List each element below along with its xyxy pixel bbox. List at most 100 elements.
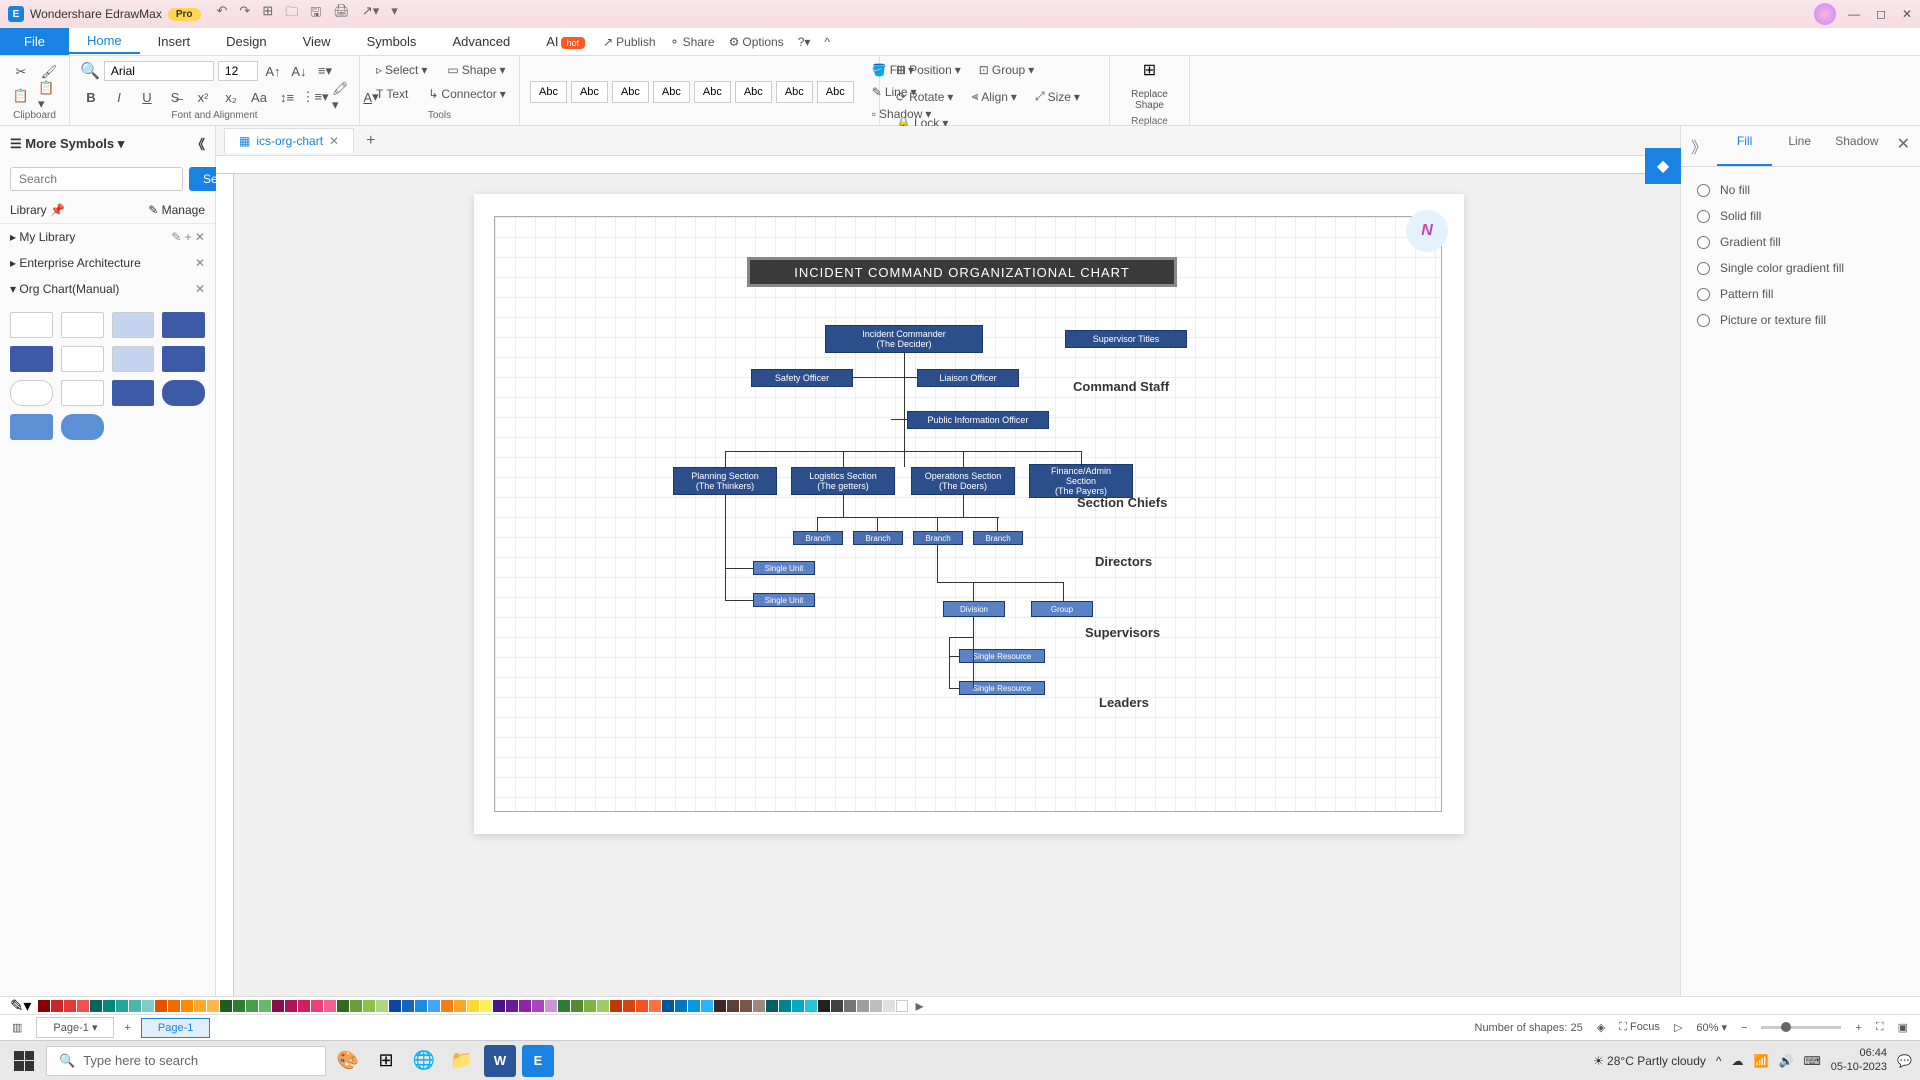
layers-icon[interactable]: ◈ [1597, 1021, 1605, 1034]
shape-stencil[interactable] [10, 312, 53, 338]
page[interactable]: INCIDENT COMMAND ORGANIZATIONAL CHART In… [474, 194, 1464, 834]
line-spacing-button[interactable]: ↕≡ [276, 86, 298, 108]
strike-button[interactable]: S̶ [164, 86, 186, 108]
style-swatch-8[interactable]: Abc [817, 81, 854, 103]
shape-stencil[interactable] [61, 414, 104, 440]
enterprise-arch-item[interactable]: ▸ Enterprise Architecture [10, 256, 141, 270]
color-swatch[interactable] [272, 1000, 284, 1012]
color-swatch[interactable] [38, 1000, 50, 1012]
label-section-chiefs[interactable]: Section Chiefs [1077, 495, 1167, 510]
color-swatch[interactable] [285, 1000, 297, 1012]
color-swatch[interactable] [77, 1000, 89, 1012]
group-button[interactable]: ⊡ Group▾ [973, 60, 1040, 80]
node-branch-2[interactable]: Branch [853, 531, 903, 545]
close-tab-button[interactable]: ✕ [329, 134, 339, 148]
label-leaders[interactable]: Leaders [1099, 695, 1149, 710]
menu-home[interactable]: Home [69, 29, 140, 54]
color-swatch[interactable] [649, 1000, 661, 1012]
export-button[interactable]: ↗▾ [362, 3, 379, 25]
label-directors[interactable]: Directors [1095, 554, 1152, 569]
share-button[interactable]: ⚬ Share [670, 35, 715, 49]
tray-wifi-icon[interactable]: 📶 [1754, 1054, 1769, 1068]
shape-stencil[interactable] [10, 346, 53, 372]
color-swatch[interactable] [519, 1000, 531, 1012]
shape-stencil[interactable] [112, 346, 155, 372]
line-tab[interactable]: Line [1772, 126, 1827, 166]
color-swatch[interactable] [792, 1000, 804, 1012]
color-swatch[interactable] [506, 1000, 518, 1012]
color-swatch[interactable] [155, 1000, 167, 1012]
ai-assistant-button[interactable]: N [1406, 210, 1448, 252]
page-select[interactable]: Page-1 ▾ [36, 1017, 114, 1038]
taskbar-taskview-icon[interactable]: ⊞ [370, 1045, 402, 1077]
no-fill-option[interactable]: No fill [1697, 177, 1904, 203]
single-color-gradient-option[interactable]: Single color gradient fill [1697, 255, 1904, 281]
color-swatch[interactable] [545, 1000, 557, 1012]
color-swatch[interactable] [818, 1000, 830, 1012]
color-swatch[interactable] [168, 1000, 180, 1012]
color-swatch[interactable] [194, 1000, 206, 1012]
tray-notifications-icon[interactable]: 💬 [1897, 1054, 1912, 1068]
color-swatch[interactable] [363, 1000, 375, 1012]
node-single-unit-1[interactable]: Single Unit [753, 561, 815, 575]
shape-stencil[interactable] [162, 312, 205, 338]
bullet-button[interactable]: ⋮≡▾ [304, 86, 326, 108]
color-swatch[interactable] [597, 1000, 609, 1012]
menu-file[interactable]: File [0, 28, 69, 55]
color-swatch[interactable] [129, 1000, 141, 1012]
color-swatch[interactable] [220, 1000, 232, 1012]
color-swatch[interactable] [844, 1000, 856, 1012]
color-swatch[interactable] [883, 1000, 895, 1012]
print-button[interactable]: 🖨 [333, 3, 350, 25]
node-single-unit-2[interactable]: Single Unit [753, 593, 815, 607]
format-pane-icon[interactable]: ◆ [1645, 148, 1681, 184]
undo-button[interactable]: ↶ [217, 3, 228, 25]
italic-button[interactable]: I [108, 86, 130, 108]
node-branch-1[interactable]: Branch [793, 531, 843, 545]
subscript-button[interactable]: x₂ [220, 86, 242, 108]
color-swatch[interactable] [376, 1000, 388, 1012]
zoom-in-button[interactable]: + [1855, 1022, 1861, 1034]
color-swatch[interactable] [441, 1000, 453, 1012]
color-swatch[interactable] [493, 1000, 505, 1012]
color-swatch[interactable] [259, 1000, 271, 1012]
bold-button[interactable]: B [80, 86, 102, 108]
color-swatch[interactable] [766, 1000, 778, 1012]
org-chart-item[interactable]: ▾ Org Chart(Manual) [10, 282, 119, 296]
decrease-font-button[interactable]: A↓ [288, 60, 310, 82]
color-swatch[interactable] [571, 1000, 583, 1012]
menu-view[interactable]: View [285, 30, 349, 53]
color-swatch[interactable] [714, 1000, 726, 1012]
node-pio[interactable]: Public Information Officer [907, 411, 1049, 429]
taskbar-edrawmax-icon[interactable]: E [522, 1045, 554, 1077]
node-division[interactable]: Division [943, 601, 1005, 617]
color-swatch[interactable] [51, 1000, 63, 1012]
color-swatch[interactable] [740, 1000, 752, 1012]
help-button[interactable]: ?▾ [798, 35, 811, 49]
page-layout-icon[interactable]: ▥ [12, 1021, 22, 1034]
node-finance[interactable]: Finance/Admin Section(The Payers) [1029, 464, 1133, 498]
pattern-fill-option[interactable]: Pattern fill [1697, 281, 1904, 307]
focus-button[interactable]: ⛶ Focus [1619, 1021, 1660, 1034]
menu-symbols[interactable]: Symbols [349, 30, 435, 53]
menu-insert[interactable]: Insert [140, 30, 209, 53]
color-swatch[interactable] [857, 1000, 869, 1012]
increase-font-button[interactable]: A↑ [262, 60, 284, 82]
zoom-out-button[interactable]: − [1741, 1022, 1747, 1034]
shadow-tab[interactable]: Shadow [1827, 126, 1886, 166]
system-clock[interactable]: 06:44 05-10-2023 [1831, 1047, 1887, 1073]
chart-title[interactable]: INCIDENT COMMAND ORGANIZATIONAL CHART [747, 257, 1177, 287]
maximize-button[interactable]: ◻ [1876, 7, 1886, 21]
fit-page-button[interactable]: ⛶ [1876, 1021, 1884, 1034]
style-swatch-6[interactable]: Abc [735, 81, 772, 103]
font-size-select[interactable] [218, 61, 258, 81]
color-swatch[interactable] [467, 1000, 479, 1012]
align-button[interactable]: ≡▾ [314, 60, 336, 82]
copy-button[interactable]: 📋 [10, 85, 32, 107]
style-swatch-5[interactable]: Abc [694, 81, 731, 103]
enterprise-close-button[interactable]: ✕ [195, 256, 205, 270]
color-picker-icon[interactable]: ✎▾ [10, 996, 31, 1016]
rotate-button[interactable]: ⟳ Rotate▾ [890, 87, 959, 107]
redo-button[interactable]: ↷ [239, 3, 250, 25]
color-swatch[interactable] [181, 1000, 193, 1012]
